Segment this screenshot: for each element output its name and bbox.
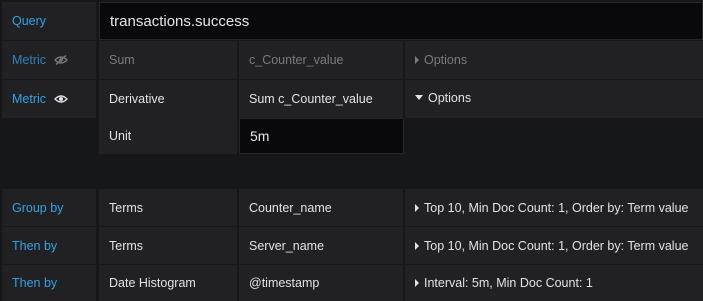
metric-label-1: Metric xyxy=(2,41,96,79)
group-by-settings-text: Top 10, Min Doc Count: 1, Order by: Term… xyxy=(424,200,689,215)
caret-right-icon xyxy=(415,241,419,250)
metric-field-select-2[interactable]: Sum c_Counter_value xyxy=(239,80,403,118)
unit-label: Unit xyxy=(99,118,237,154)
metric-type-select-2[interactable]: Derivative xyxy=(99,80,237,118)
eye-slash-icon[interactable] xyxy=(54,55,68,65)
then-by-type-select-2[interactable]: Date Histogram xyxy=(99,265,237,301)
options-label: Options xyxy=(428,91,472,105)
caret-right-icon xyxy=(415,203,419,212)
metric-options-toggle-1[interactable]: Options xyxy=(405,41,703,79)
unit-input[interactable]: 5m xyxy=(239,118,404,154)
caret-right-icon xyxy=(415,56,419,64)
metric-options-toggle-2[interactable]: Options xyxy=(405,80,703,118)
metric-label-2: Metric xyxy=(2,80,96,118)
caret-down-icon xyxy=(415,95,423,100)
then-by-type-select-1[interactable]: Terms xyxy=(99,227,237,264)
then-by-settings-text: Interval: 5m, Min Doc Count: 1 xyxy=(424,276,593,290)
then-by-settings-toggle-2[interactable]: Interval: 5m, Min Doc Count: 1 xyxy=(405,265,703,301)
then-by-field-select-2[interactable]: @timestamp xyxy=(239,265,403,301)
query-input[interactable]: transactions.success xyxy=(99,2,703,40)
metric-label-text: Metric xyxy=(12,53,47,67)
then-by-label-2: Then by xyxy=(2,265,96,301)
group-by-type-select[interactable]: Terms xyxy=(99,189,237,226)
then-by-settings-text: Top 10, Min Doc Count: 1, Order by: Term… xyxy=(424,238,689,253)
eye-icon[interactable] xyxy=(54,94,68,104)
group-by-field-select[interactable]: Counter_name xyxy=(239,189,403,226)
then-by-settings-toggle-1[interactable]: Top 10, Min Doc Count: 1, Order by: Term… xyxy=(405,227,703,264)
metric-field-select-1[interactable]: c_Counter_value xyxy=(239,41,403,79)
then-by-label-1: Then by xyxy=(2,227,96,264)
then-by-field-select-1[interactable]: Server_name xyxy=(239,227,403,264)
caret-right-icon xyxy=(415,279,419,287)
metric-label-text: Metric xyxy=(12,92,47,106)
options-label: Options xyxy=(424,53,468,67)
query-label: Query xyxy=(2,2,96,40)
group-by-label: Group by xyxy=(2,189,96,226)
group-by-settings-toggle[interactable]: Top 10, Min Doc Count: 1, Order by: Term… xyxy=(405,189,703,226)
metric-type-select-1[interactable]: Sum xyxy=(99,41,237,79)
